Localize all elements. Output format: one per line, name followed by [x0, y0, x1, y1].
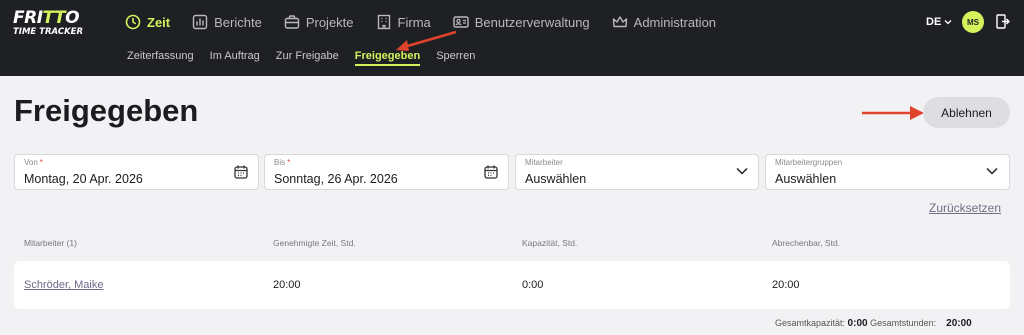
- briefcase-icon: [284, 15, 300, 29]
- chart-icon: [192, 14, 208, 30]
- employee-groups-value: Auswählen: [775, 172, 837, 186]
- approved-time-cell: 20:00: [273, 279, 301, 291]
- top-navigation-bar: FRITTO TIME TRACKER Zeit Berichte Projek…: [0, 0, 1024, 76]
- chevron-down-icon: [944, 20, 952, 25]
- date-to-value: Sonntag, 26 Apr. 2026: [274, 172, 398, 186]
- subtab-zeiterfassung[interactable]: Zeiterfassung: [127, 50, 194, 66]
- nav-item-projekte[interactable]: Projekte: [284, 14, 354, 30]
- language-label: DE: [926, 16, 942, 28]
- nav-item-benutzerverwaltung[interactable]: Benutzerverwaltung: [453, 14, 590, 30]
- employee-name-link[interactable]: Schröder, Maike: [24, 279, 103, 291]
- logout-icon[interactable]: [996, 14, 1010, 29]
- annotation-arrow-button: [862, 106, 924, 120]
- column-header-billable: Abrechenbar, Std.: [772, 238, 841, 248]
- fritto-logo[interactable]: FRITTO TIME TRACKER: [13, 8, 83, 42]
- reset-filters-link[interactable]: Zurücksetzen: [929, 201, 1001, 215]
- nav-item-administration[interactable]: Administration: [612, 14, 716, 30]
- capacity-cell: 0:00: [522, 279, 544, 291]
- employee-groups-label: Mitarbeitergruppen: [775, 158, 843, 167]
- reject-button[interactable]: Ablehnen: [923, 97, 1010, 128]
- annotation-arrow-subtab: [396, 30, 457, 51]
- table-row[interactable]: Schröder, Maike 20:00 0:00 20:00: [14, 261, 1010, 309]
- logo-wordmark: FRITTO: [13, 8, 80, 28]
- totals-footer: Gesamtkapazität: 0:00 Gesamtstunden: 20:…: [775, 318, 972, 329]
- nav-item-label: Administration: [633, 14, 717, 30]
- chevron-down-icon: [986, 167, 998, 175]
- column-header-employee: Mitarbeiter (1): [24, 238, 77, 248]
- calendar-icon[interactable]: [484, 165, 498, 179]
- nav-item-zeit[interactable]: Zeit: [125, 14, 170, 30]
- language-selector[interactable]: DE: [926, 16, 952, 28]
- employee-value: Auswählen: [525, 172, 587, 186]
- total-hours-label: Gesamtstunden:: [870, 318, 937, 328]
- nav-item-label: Projekte: [305, 14, 354, 30]
- nav-item-label: Benutzerverwaltung: [474, 14, 590, 30]
- column-header-approved-time: Genehmigte Zeit, Std.: [273, 238, 356, 248]
- total-capacity-label: Gesamtkapazität:: [775, 318, 846, 328]
- nav-item-label: Zeit: [147, 14, 171, 30]
- billable-cell: 20:00: [772, 279, 800, 291]
- user-avatar[interactable]: MS: [962, 11, 984, 33]
- crown-icon: [612, 16, 627, 28]
- logo-tagline: TIME TRACKER: [13, 27, 84, 37]
- date-from-value: Montag, 20 Apr. 2026: [24, 172, 143, 186]
- chevron-down-icon: [736, 167, 748, 175]
- employee-select[interactable]: Mitarbeiter Auswählen: [515, 154, 759, 190]
- employee-label: Mitarbeiter: [525, 158, 563, 167]
- column-header-capacity: Kapazität, Std.: [522, 238, 578, 248]
- total-hours-value: 20:00: [946, 318, 972, 329]
- clock-icon: [125, 14, 141, 30]
- calendar-icon[interactable]: [234, 165, 248, 179]
- date-to-field[interactable]: Bis * Sonntag, 26 Apr. 2026: [264, 154, 509, 190]
- date-from-label: Von *: [24, 158, 43, 167]
- page-title: Freigegeben: [14, 93, 199, 128]
- date-to-label: Bis *: [274, 158, 291, 167]
- subtab-zur-freigabe[interactable]: Zur Freigabe: [276, 50, 339, 66]
- nav-item-berichte[interactable]: Berichte: [192, 14, 262, 30]
- total-capacity-value: 0:00: [847, 318, 868, 329]
- employee-groups-select[interactable]: Mitarbeitergruppen Auswählen: [765, 154, 1010, 190]
- nav-item-label: Berichte: [214, 14, 262, 30]
- date-from-field[interactable]: Von * Montag, 20 Apr. 2026: [14, 154, 259, 190]
- subtab-im-auftrag[interactable]: Im Auftrag: [210, 50, 260, 66]
